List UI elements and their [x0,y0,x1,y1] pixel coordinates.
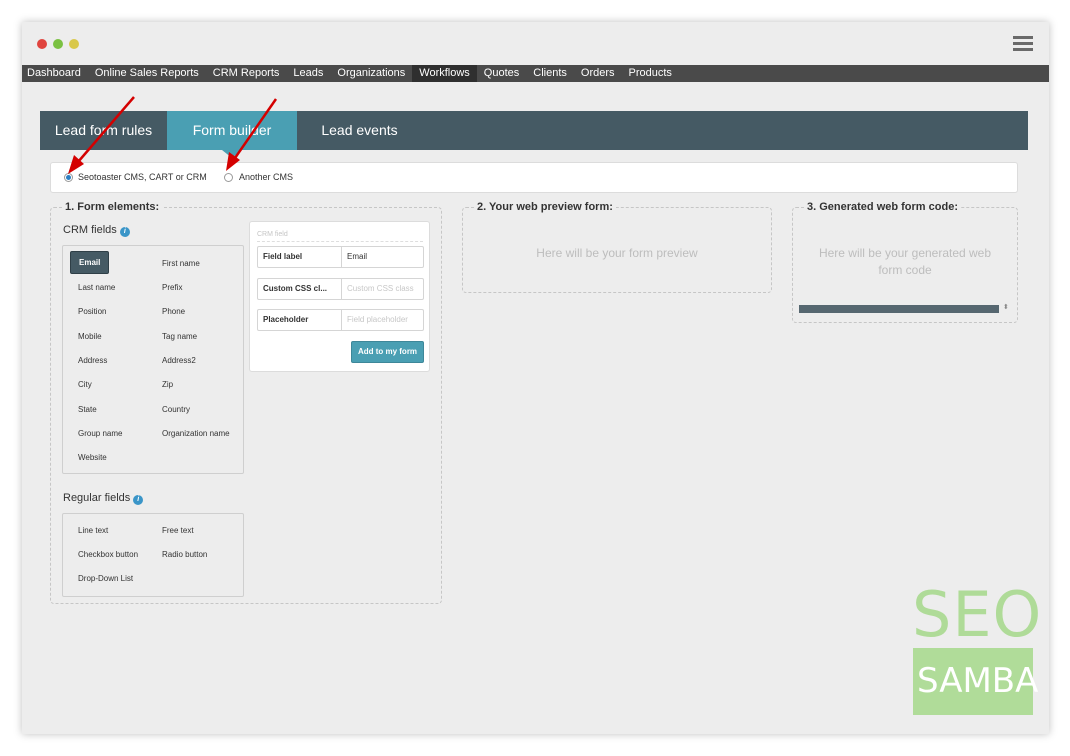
nav-item-crm-reports[interactable]: CRM Reports [206,65,287,82]
logo-seo-text: SEO [912,578,1043,651]
placeholder-row: Placeholder Field placeholder [257,309,424,331]
field-label-row: Field label Email [257,246,424,268]
regular-field-dropdown[interactable]: Drop-Down List [78,574,133,583]
regular-field-line-text[interactable]: Line text [78,526,108,535]
crm-field-mobile[interactable]: Mobile [78,332,102,341]
preview-panel: 2. Your web preview form: Here will be y… [462,201,772,293]
form-elements-panel: 1. Form elements: CRM fields i Email Firs… [50,201,442,604]
cms-radio-another[interactable] [224,173,233,182]
info-icon[interactable]: i [119,227,130,237]
regular-field-checkbox[interactable]: Checkbox button [78,550,138,559]
form-elements-title: 1. Form elements: [62,201,163,213]
crm-field-email[interactable]: Email [70,251,110,274]
preview-title: 2. Your web preview form: [474,201,616,213]
crm-field-zip[interactable]: Zip [162,380,173,389]
nav-item-leads[interactable]: Leads [286,65,330,82]
custom-css-input[interactable]: Custom CSS class [343,279,423,299]
top-navigation: Dashboard Online Sales Reports CRM Repor… [22,65,1049,82]
cms-radio-seotoaster[interactable] [64,173,73,182]
regular-fields-list: Line text Free text Checkbox button Radi… [62,513,244,597]
maximize-window-dot[interactable] [53,39,63,49]
custom-css-label: Custom CSS cl... [258,279,342,299]
crm-field-group-name[interactable]: Group name [78,429,122,438]
nav-item-dashboard[interactable]: Dashboard [22,65,88,82]
cms-radio-another-label[interactable]: Another CMS [239,172,293,182]
menu-icon[interactable] [1013,36,1033,52]
tabs-bar: Lead form rules Form builder Lead events [40,111,1028,158]
crm-field-country[interactable]: Country [162,405,190,414]
crm-field-state[interactable]: State [78,405,97,414]
nav-item-orders[interactable]: Orders [574,65,622,82]
resize-handle-icon[interactable]: ⬍ [1003,303,1009,311]
info-icon[interactable]: i [133,495,144,505]
regular-fields-heading: Regular fields i [63,492,144,505]
crm-field-address2[interactable]: Address2 [162,356,196,365]
crm-field-last-name[interactable]: Last name [78,283,115,292]
generated-code-title: 3. Generated web form code: [804,201,961,213]
crm-field-position[interactable]: Position [78,307,106,316]
generated-code-panel: 3. Generated web form code: Here will be… [792,201,1018,323]
nav-item-workflows[interactable]: Workflows [412,65,477,82]
seosamba-logo: SEO SAMBA [912,584,1041,716]
minimize-window-dot[interactable] [69,39,79,49]
custom-css-row: Custom CSS cl... Custom CSS class [257,278,424,300]
crm-field-tag-name[interactable]: Tag name [162,332,197,341]
nav-item-products[interactable]: Products [622,65,679,82]
tab-lead-events[interactable]: Lead events [297,111,422,150]
close-window-dot[interactable] [37,39,47,49]
cms-radio-seotoaster-label[interactable]: Seotoaster CMS, CART or CRM [78,172,207,182]
crm-field-address[interactable]: Address [78,356,107,365]
nav-item-clients[interactable]: Clients [526,65,574,82]
field-label-input[interactable]: Email [343,247,423,267]
preview-placeholder: Here will be your form preview [536,246,698,260]
regular-field-free-text[interactable]: Free text [162,526,194,535]
crm-field-organization-name[interactable]: Organization name [162,429,230,438]
crm-field-phone[interactable]: Phone [162,307,185,316]
crm-field-first-name[interactable]: First name [162,259,200,268]
cms-selector: Seotoaster CMS, CART or CRM Another CMS [50,162,1018,193]
logo-samba-text: SAMBA [917,661,1039,701]
crm-fields-list: Email First name Last name Prefix Positi… [62,245,244,474]
crm-field-city[interactable]: City [78,380,92,389]
crm-field-prefix[interactable]: Prefix [162,283,182,292]
placeholder-label: Placeholder [258,310,342,330]
placeholder-input[interactable]: Field placeholder [343,310,423,330]
code-output-field[interactable] [799,305,999,313]
crm-field-website[interactable]: Website [78,453,107,462]
add-to-form-button[interactable]: Add to my form [351,341,424,363]
crm-field-editor: CRM field Field label Email Custom CSS c… [249,221,430,372]
regular-field-radio[interactable]: Radio button [162,550,207,559]
crm-fields-heading: CRM fields i [63,224,130,237]
nav-item-quotes[interactable]: Quotes [477,65,526,82]
nav-item-online-sales-reports[interactable]: Online Sales Reports [88,65,206,82]
app-window: Dashboard Online Sales Reports CRM Repor… [22,22,1049,734]
divider [257,241,423,242]
tab-lead-form-rules[interactable]: Lead form rules [40,111,167,150]
field-label-label: Field label [258,247,342,267]
window-titlebar [22,22,1049,65]
generated-code-placeholder: Here will be your generated web form cod… [818,246,992,277]
nav-item-organizations[interactable]: Organizations [330,65,412,82]
tab-form-builder[interactable]: Form builder [167,111,297,158]
crm-field-editor-title: CRM field [257,231,288,238]
